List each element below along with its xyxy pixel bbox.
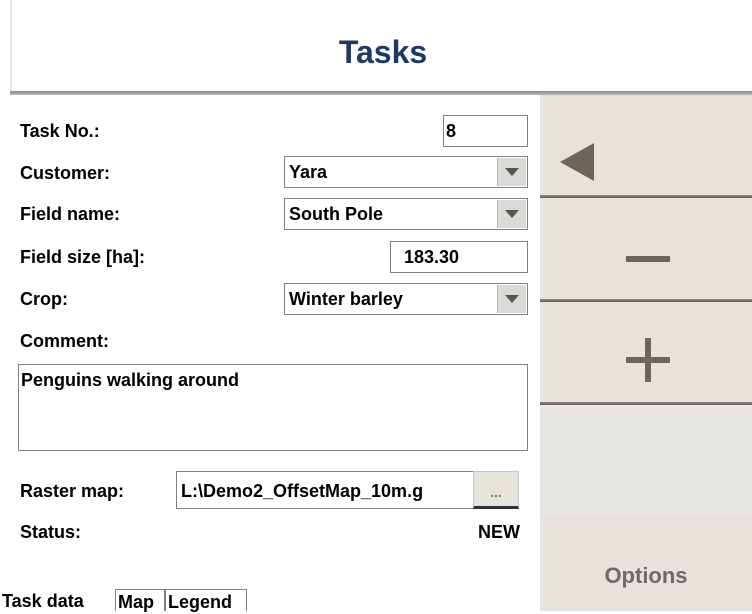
task-no-label: Task No.: <box>20 121 100 141</box>
chevron-down-icon <box>505 168 519 176</box>
field-name-value: South Pole <box>289 204 383 224</box>
field-name-dropdown-button[interactable] <box>497 200 526 228</box>
customer-dropdown-button[interactable] <box>497 158 526 186</box>
chevron-down-icon <box>505 295 519 303</box>
raster-map-field[interactable]: L:\Demo2_OffsetMap_10m.g <box>176 471 476 509</box>
tab-task-data[interactable]: Task data <box>0 589 108 611</box>
plus-button[interactable] <box>540 302 752 402</box>
browse-button[interactable]: ... <box>473 471 519 509</box>
tab-map[interactable]: Map <box>115 589 165 612</box>
status-label: Status: <box>20 522 82 542</box>
minus-button[interactable] <box>540 198 752 299</box>
header-bar: Tasks <box>10 0 752 92</box>
page-title: Tasks <box>338 34 428 70</box>
crop-dropdown-button[interactable] <box>497 285 526 313</box>
minus-icon <box>626 256 670 262</box>
field-size-value: 183.30 <box>403 247 459 267</box>
raster-map-value: L:\Demo2_OffsetMap_10m.g <box>181 481 424 501</box>
status-value: NEW <box>478 522 520 542</box>
customer-label: Customer: <box>20 163 111 183</box>
chevron-down-icon <box>505 210 519 218</box>
softkey-panel: Options <box>540 95 752 611</box>
crop-label: Crop: <box>20 289 68 309</box>
options-label: Options <box>604 563 688 588</box>
raster-map-label: Raster map: <box>20 481 125 501</box>
customer-select[interactable]: Yara <box>284 156 528 188</box>
task-form: Task No.: 8 Customer: Yara Field name: S… <box>10 95 540 611</box>
customer-value: Yara <box>289 162 328 182</box>
field-name-select[interactable]: South Pole <box>284 198 528 230</box>
task-no-value: 8 <box>446 121 457 141</box>
crop-select[interactable]: Winter barley <box>284 283 528 315</box>
comment-label: Comment: <box>20 331 109 351</box>
field-size-field[interactable]: 183.30 <box>390 241 528 273</box>
field-size-label: Field size [ha]: <box>20 247 146 267</box>
empty-softkey <box>540 405 752 515</box>
crop-value: Winter barley <box>289 289 403 309</box>
tab-legend[interactable]: Legend <box>165 589 247 612</box>
triangle-left-icon <box>560 143 594 181</box>
task-no-field[interactable]: 8 <box>443 115 528 147</box>
plus-icon <box>626 338 670 382</box>
comment-textarea[interactable]: Penguins walking around <box>18 364 528 451</box>
comment-value: Penguins walking around <box>21 370 240 390</box>
browse-label: ... <box>490 484 502 500</box>
back-button[interactable] <box>540 95 752 195</box>
field-name-label: Field name: <box>20 204 121 224</box>
